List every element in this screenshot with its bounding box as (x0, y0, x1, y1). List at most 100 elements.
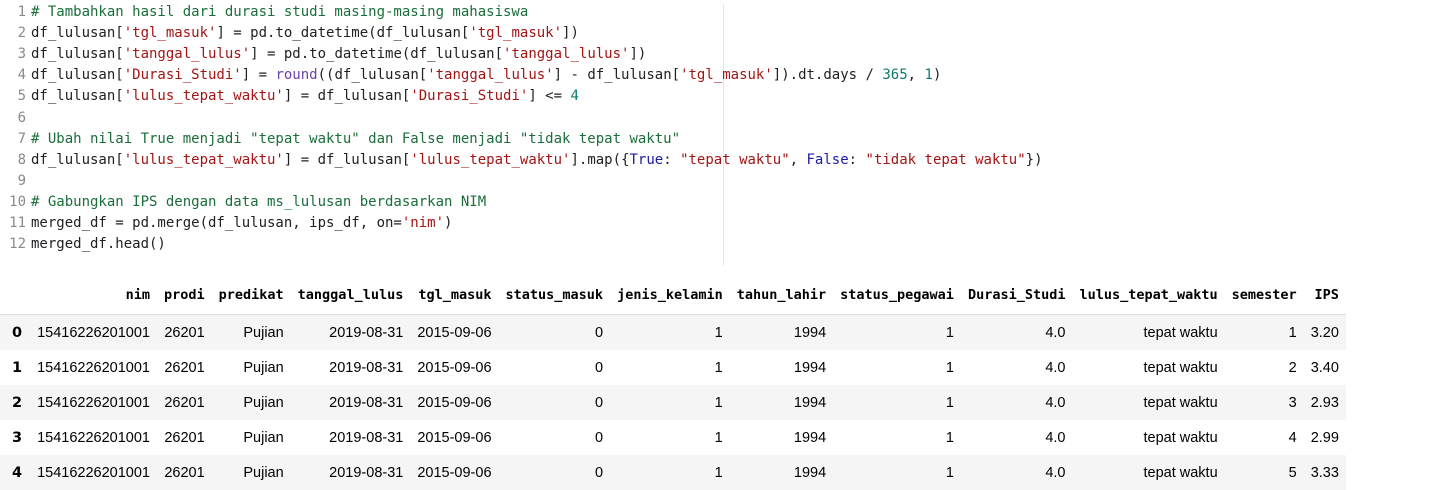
table-cell-status_masuk: 0 (499, 350, 611, 385)
table-cell-tgl_masuk: 2015-09-06 (410, 455, 498, 490)
column-header-tanggal_lulus: tanggal_lulus (291, 276, 411, 315)
table-cell-tahun_lahir: 1994 (730, 455, 833, 490)
table-cell-ips: 3.33 (1304, 455, 1346, 490)
code-token-op: ) (933, 67, 941, 83)
table-cell-status_pegawai: 1 (833, 385, 961, 420)
line-number: 9 (0, 171, 26, 192)
cell-output: nimprodipredikattanggal_lulustgl_masukst… (0, 276, 1450, 490)
code-token-string: 'tgl_masuk' (680, 67, 773, 83)
table-cell-durasi_studi: 4.0 (961, 350, 1073, 385)
code-token-op: , (908, 67, 925, 83)
table-cell-tanggal_lulus: 2019-08-31 (291, 455, 411, 490)
table-cell-tgl_masuk: 2015-09-06 (410, 315, 498, 351)
table-cell-predikat: Pujian (212, 350, 291, 385)
code-token-number: 4 (570, 88, 578, 104)
code-token-op: ]).dt.days / (773, 67, 883, 83)
table-cell-jenis_kelamin: 1 (610, 455, 730, 490)
table-cell-nim: 15416226201001 (30, 350, 157, 385)
table-cell-nim: 15416226201001 (30, 385, 157, 420)
table-cell-tahun_lahir: 1994 (730, 315, 833, 351)
code-token-comment: # Gabungkan IPS dengan data ms_lulusan b… (31, 194, 486, 210)
code-ruler (723, 4, 724, 266)
row-index: 2 (0, 385, 30, 420)
table-cell-status_pegawai: 1 (833, 455, 961, 490)
code-cell[interactable]: 1# Tambahkan hasil dari durasi studi mas… (0, 0, 1450, 265)
code-token-op: df_lulusan[ (31, 67, 124, 83)
table-cell-jenis_kelamin: 1 (610, 385, 730, 420)
code-token-comment: # Tambahkan hasil dari durasi studi masi… (31, 4, 528, 20)
table-cell-predikat: Pujian (212, 420, 291, 455)
code-token-op: df_lulusan[ (31, 25, 124, 41)
code-line: 9 (0, 171, 31, 192)
code-line: 11merged_df = pd.merge(df_lulusan, ips_d… (0, 213, 452, 234)
code-line: 4df_lulusan['Durasi_Studi'] = round((df_… (0, 65, 941, 86)
line-number: 6 (0, 108, 26, 129)
table-cell-status_masuk: 0 (499, 420, 611, 455)
table-cell-durasi_studi: 4.0 (961, 455, 1073, 490)
column-header-ips: IPS (1304, 276, 1346, 315)
line-number: 10 (0, 192, 26, 213)
code-token-op: merged_df.head() (31, 236, 166, 252)
table-cell-durasi_studi: 4.0 (961, 315, 1073, 351)
table-cell-tahun_lahir: 1994 (730, 350, 833, 385)
code-token-string: 'lulus_tepat_waktu' (410, 152, 570, 168)
code-token-op: df_lulusan[ (31, 46, 124, 62)
code-token-op: df_lulusan[ (31, 88, 124, 104)
table-cell-tahun_lahir: 1994 (730, 385, 833, 420)
table-cell-lulus_tepat_waktu: tepat waktu (1072, 350, 1224, 385)
line-number: 11 (0, 213, 26, 234)
table-cell-prodi: 26201 (157, 385, 212, 420)
code-token-op: ]) (629, 46, 646, 62)
table-cell-tanggal_lulus: 2019-08-31 (291, 350, 411, 385)
column-header-lulus_tepat_waktu: lulus_tepat_waktu (1072, 276, 1224, 315)
column-header-nim: nim (30, 276, 157, 315)
table-row: 31541622620100126201Pujian2019-08-312015… (0, 420, 1346, 455)
code-token-op: ] = df_lulusan[ (284, 88, 410, 104)
code-token-keyword: True (629, 152, 663, 168)
code-token-fn: round (275, 67, 317, 83)
code-token-string: 'tanggal_lulus' (124, 46, 250, 62)
code-token-string: 'tanggal_lulus' (427, 67, 553, 83)
code-token-string: 'tgl_masuk' (124, 25, 217, 41)
table-body: 01541622620100126201Pujian2019-08-312015… (0, 315, 1346, 490)
table-cell-semester: 4 (1225, 420, 1304, 455)
code-line: 1# Tambahkan hasil dari durasi studi mas… (0, 2, 528, 23)
table-cell-predikat: Pujian (212, 315, 291, 351)
code-token-op: ((df_lulusan[ (318, 67, 428, 83)
table-cell-nim: 15416226201001 (30, 420, 157, 455)
column-header-jenis_kelamin: jenis_kelamin (610, 276, 730, 315)
table-cell-status_pegawai: 1 (833, 420, 961, 455)
table-cell-prodi: 26201 (157, 350, 212, 385)
table-cell-tanggal_lulus: 2019-08-31 (291, 420, 411, 455)
table-cell-lulus_tepat_waktu: tepat waktu (1072, 455, 1224, 490)
table-cell-status_pegawai: 1 (833, 350, 961, 385)
dataframe-table: nimprodipredikattanggal_lulustgl_masukst… (0, 276, 1346, 490)
code-line: 7# Ubah nilai True menjadi "tepat waktu"… (0, 129, 680, 150)
code-token-string: 'nim' (402, 215, 444, 231)
table-cell-prodi: 26201 (157, 315, 212, 351)
table-cell-lulus_tepat_waktu: tepat waktu (1072, 420, 1224, 455)
table-cell-ips: 2.93 (1304, 385, 1346, 420)
code-line: 10 # Gabungkan IPS dengan data ms_lulusan… (0, 192, 486, 213)
code-token-op: ) (444, 215, 452, 231)
row-index: 1 (0, 350, 30, 385)
code-token-op: , (790, 152, 807, 168)
table-cell-prodi: 26201 (157, 420, 212, 455)
table-cell-tgl_masuk: 2015-09-06 (410, 420, 498, 455)
table-cell-tanggal_lulus: 2019-08-31 (291, 385, 411, 420)
code-token-string: 'lulus_tepat_waktu' (124, 152, 284, 168)
code-token-op: ] = pd.to_datetime(df_lulusan[ (250, 46, 503, 62)
code-token-op: ] - df_lulusan[ (554, 67, 680, 83)
table-cell-status_masuk: 0 (499, 385, 611, 420)
table-row: 41541622620100126201Pujian2019-08-312015… (0, 455, 1346, 490)
line-number: 2 (0, 23, 26, 44)
table-header-row: nimprodipredikattanggal_lulustgl_masukst… (0, 276, 1346, 315)
table-cell-status_pegawai: 1 (833, 315, 961, 351)
line-number: 5 (0, 86, 26, 107)
code-token-op: ] = pd.to_datetime(df_lulusan[ (216, 25, 469, 41)
code-line: 3df_lulusan['tanggal_lulus'] = pd.to_dat… (0, 44, 646, 65)
table-cell-jenis_kelamin: 1 (610, 350, 730, 385)
code-token-op: ]) (562, 25, 579, 41)
table-cell-tgl_masuk: 2015-09-06 (410, 350, 498, 385)
code-token-string: "tidak tepat waktu" (866, 152, 1026, 168)
